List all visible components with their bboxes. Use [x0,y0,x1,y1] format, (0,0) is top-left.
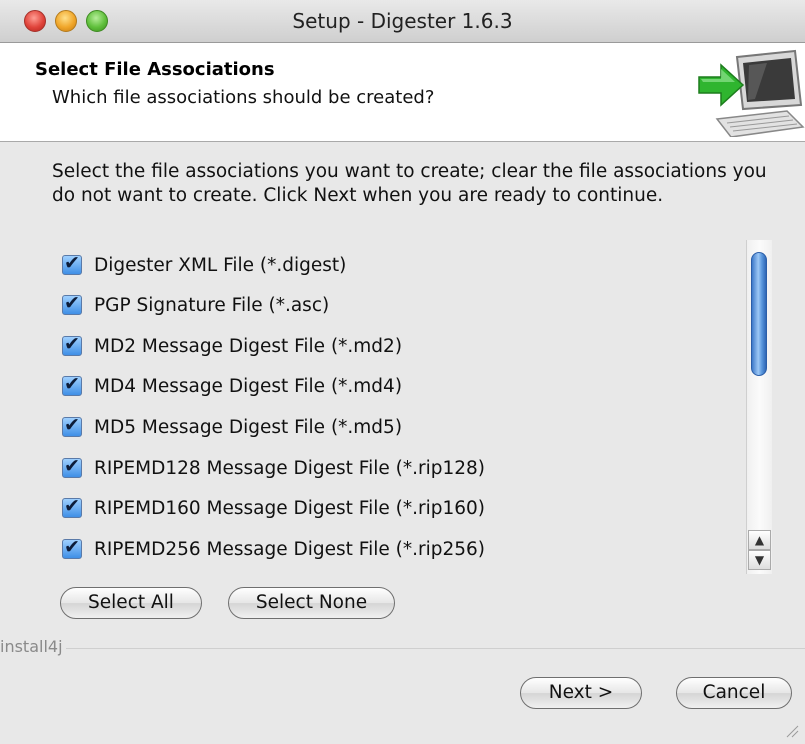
association-item[interactable]: Digester XML File (*.digest) [62,250,346,280]
scroll-down-arrow-icon[interactable]: ▼ [748,550,771,570]
association-item[interactable]: MD4 Message Digest File (*.md4) [62,371,402,401]
association-label: PGP Signature File (*.asc) [94,294,330,316]
instructions-text: Select the file associations you want to… [52,161,767,206]
association-item[interactable]: PGP Signature File (*.asc) [62,290,329,320]
association-label: MD2 Message Digest File (*.md2) [94,335,403,357]
association-list: Digester XML File (*.digest) PGP Signatu… [44,240,774,574]
association-checkbox[interactable] [62,495,82,518]
association-label: RIPEMD160 Message Digest File (*.rip160) [94,497,486,519]
association-checkbox[interactable] [62,455,82,478]
page-title: Select File Associations [35,59,275,80]
association-checkbox[interactable] [62,373,82,396]
association-label: MD5 Message Digest File (*.md5) [94,416,403,438]
association-item[interactable]: MD5 Message Digest File (*.md5) [62,412,402,442]
resize-grip-icon[interactable] [783,722,799,738]
association-label: MD4 Message Digest File (*.md4) [94,375,403,397]
select-none-button[interactable]: Select None [228,587,395,619]
association-checkbox[interactable] [62,333,82,356]
cancel-button[interactable]: Cancel [676,677,792,709]
association-checkbox[interactable] [62,536,82,559]
list-scrollbar[interactable]: ▲ ▼ [746,240,772,574]
association-label: RIPEMD128 Message Digest File (*.rip128) [94,457,486,479]
setup-window: Setup - Digester 1.6.3 Select File Assoc… [0,0,805,744]
next-button[interactable]: Next > [520,677,642,709]
computer-install-arrow-icon [698,49,805,137]
association-checkbox[interactable] [62,414,82,437]
association-checkbox[interactable] [62,292,82,315]
association-item[interactable]: RIPEMD160 Message Digest File (*.rip160) [62,493,485,523]
footer-divider [66,648,805,649]
association-item[interactable]: RIPEMD256 Message Digest File (*.rip256) [62,534,485,564]
association-checkbox[interactable] [62,252,82,275]
scrollbar-thumb[interactable] [751,252,767,376]
page-subtitle: Which file associations should be create… [52,87,435,108]
association-label: Digester XML File (*.digest) [94,254,347,276]
association-item[interactable]: RIPEMD128 Message Digest File (*.rip128) [62,453,485,483]
title-bar[interactable]: Setup - Digester 1.6.3 [0,0,805,43]
header-panel: Select File Associations Which file asso… [0,43,805,142]
association-label: RIPEMD256 Message Digest File (*.rip256) [94,538,486,560]
scroll-up-arrow-icon[interactable]: ▲ [748,530,771,550]
association-item[interactable]: MD2 Message Digest File (*.md2) [62,331,402,361]
select-all-button[interactable]: Select All [60,587,202,619]
installer-brand-label: install4j [0,637,63,656]
window-title: Setup - Digester 1.6.3 [292,9,513,33]
